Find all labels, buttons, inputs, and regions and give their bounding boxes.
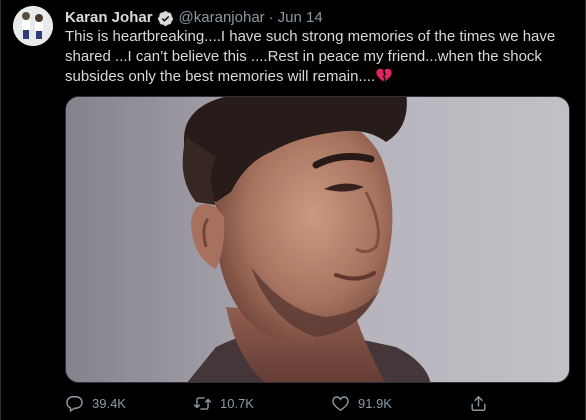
portrait-photo <box>66 97 569 382</box>
separator-dot: · <box>268 9 274 26</box>
tweet-header: Karan Johar @karanjohar · Jun 14 <box>65 8 323 28</box>
share-button[interactable] <box>469 392 496 414</box>
tweet-date[interactable]: Jun 14 <box>278 8 323 28</box>
avatar[interactable] <box>13 6 53 46</box>
verified-badge-icon <box>157 10 173 26</box>
retweet-button[interactable]: 10.7K <box>193 392 254 414</box>
like-button[interactable]: 91.9K <box>331 392 392 414</box>
tweet-actions: 39.4K 10.7K 91.9K <box>65 392 575 414</box>
retweet-count: 10.7K <box>220 395 254 411</box>
tweet-photo[interactable] <box>65 96 570 383</box>
retweet-icon <box>193 396 212 410</box>
heart-icon <box>332 395 349 411</box>
reply-count: 39.4K <box>92 395 126 411</box>
author-handle[interactable]: @karanjohar <box>179 8 265 28</box>
author-name[interactable]: Karan Johar <box>65 8 153 28</box>
share-icon <box>471 395 486 411</box>
like-count: 91.9K <box>358 395 392 411</box>
tweet-text-body: This is heartbreaking....I have such str… <box>65 28 556 85</box>
reply-button[interactable]: 39.4K <box>65 392 126 414</box>
tweet-card[interactable]: Karan Johar @karanjohar · Jun 14 This is… <box>0 0 586 420</box>
broken-heart-icon <box>376 68 392 82</box>
reply-icon <box>66 395 83 412</box>
tweet-text: This is heartbreaking....I have such str… <box>65 27 575 87</box>
